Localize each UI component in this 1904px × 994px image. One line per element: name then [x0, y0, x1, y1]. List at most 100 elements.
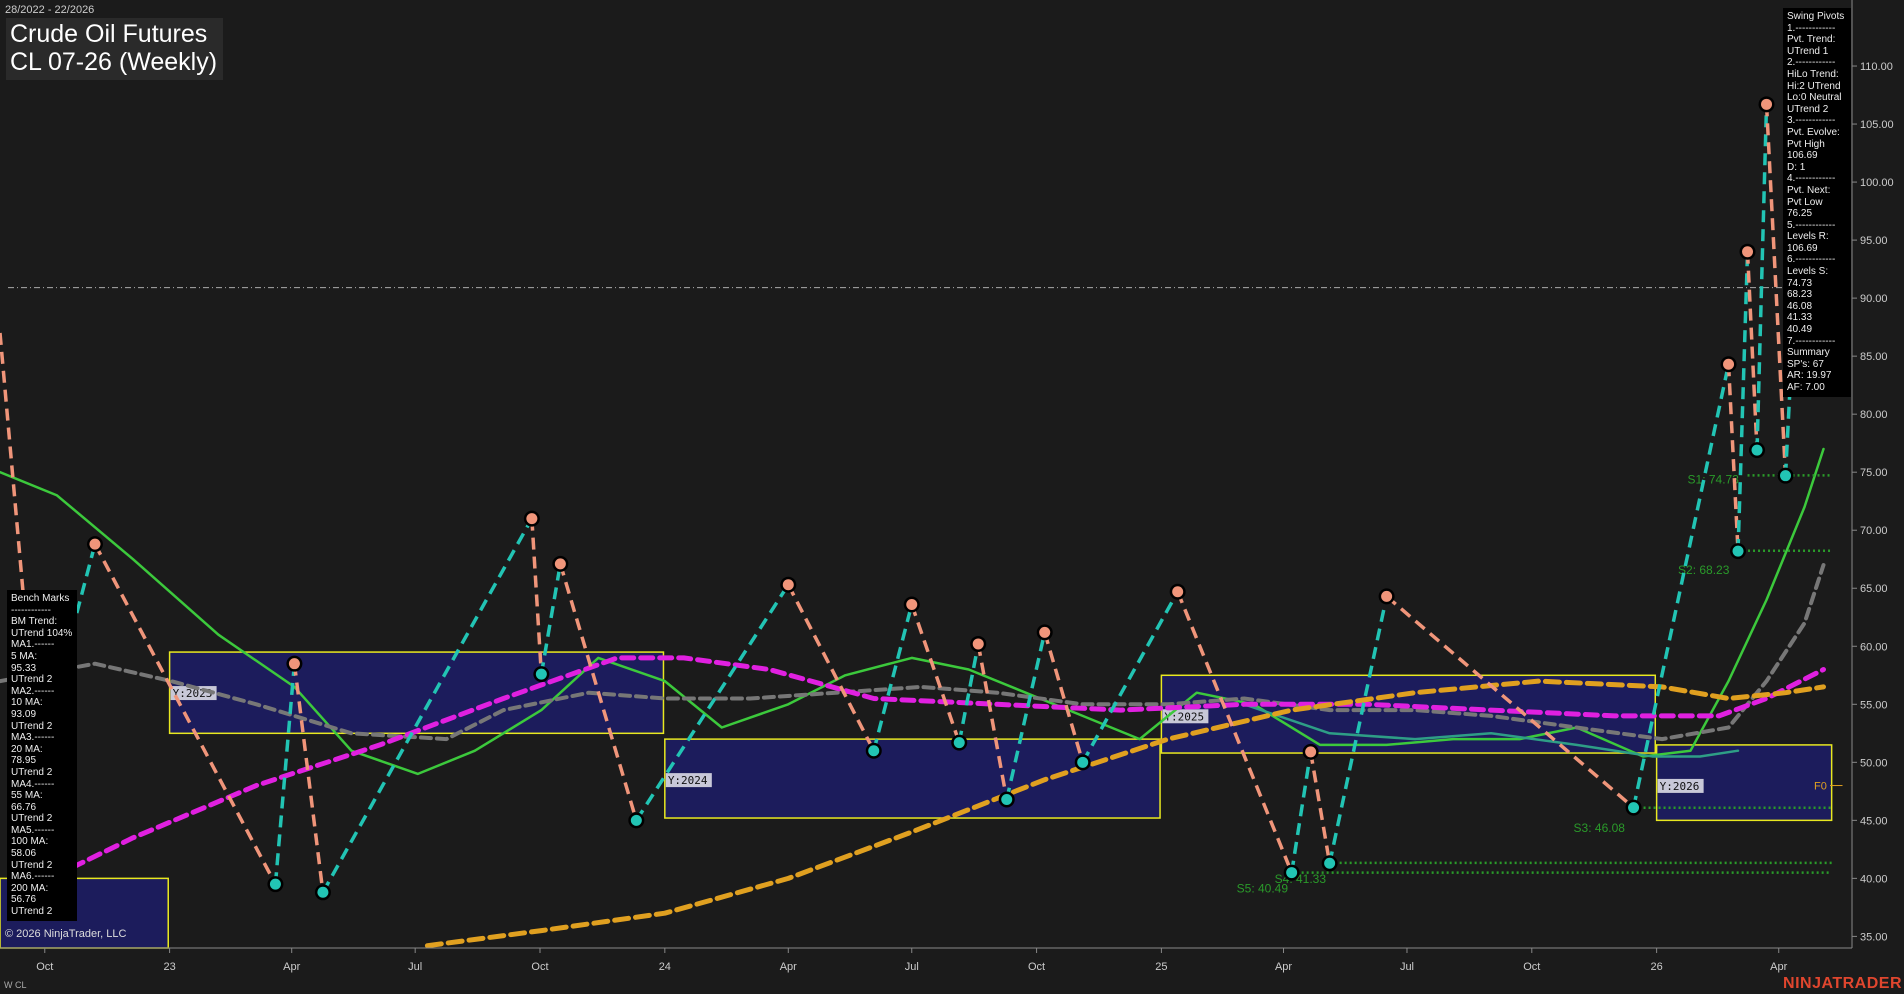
- swing-pivots-line: 4.------------: [1787, 173, 1836, 185]
- swing-pivot-high: [89, 538, 101, 550]
- bench-marks-line: 58.06: [11, 848, 37, 860]
- y-axis-tick-label: 65.00: [1860, 583, 1888, 595]
- swing-pivot-low: [1628, 802, 1640, 814]
- date-range: 28/2022 - 22/2026: [5, 4, 95, 16]
- swing-pivots-line: D: 1: [1787, 161, 1806, 173]
- year-box-label: Y:2025: [1164, 710, 1204, 723]
- bench-marks-line: MA2.------: [11, 685, 55, 697]
- swing-pivot-low: [317, 886, 329, 898]
- swing-pivot-high: [1723, 358, 1735, 370]
- support-level-label: S3: 46.08: [1574, 821, 1626, 835]
- price-chart[interactable]: Y:2023Y:2024Y:2025Y:2026S1: 74.73S2: 68.…: [0, 0, 1904, 994]
- swing-pivots-panel: Swing Pivots 1.------------ Pvt. Trend: UTr…: [1783, 8, 1851, 397]
- swing-pivot-low: [1077, 756, 1089, 768]
- swing-pivots-line: Pvt High: [1787, 138, 1825, 150]
- bench-marks-line: UTrend 2: [11, 813, 53, 825]
- fib-level-label: F0: [1814, 781, 1827, 793]
- swing-pivots-line: Swing Pivots: [1787, 11, 1845, 22]
- swing-pivot-high: [1172, 586, 1184, 598]
- y-axis-tick-label: 80.00: [1860, 409, 1888, 421]
- swing-pivot-high: [1305, 746, 1317, 758]
- swing-pivots-line: SP's: 67: [1787, 358, 1824, 370]
- year-box-label: Y:2024: [668, 774, 708, 787]
- bench-marks-line: 55 MA:: [11, 790, 43, 802]
- y-axis-tick-label: 100.00: [1860, 177, 1894, 189]
- swing-pivots-line: 3.------------: [1787, 115, 1836, 127]
- swing-pivots-line: 76.25: [1787, 208, 1813, 220]
- bench-marks-line: 95.33: [11, 662, 37, 674]
- bench-marks-line: UTrend 2: [11, 766, 53, 778]
- instrument-name: Crude Oil Futures: [10, 20, 208, 48]
- support-level-label: S5: 40.49: [1237, 882, 1289, 896]
- bench-marks-line: UTrend 2: [11, 906, 53, 918]
- bench-marks-line: UTrend 2: [11, 720, 53, 732]
- swing-pivot-high: [906, 598, 918, 610]
- swing-pivot-low: [1001, 793, 1013, 805]
- x-axis-tick-label: Oct: [1028, 961, 1045, 973]
- swing-pivot-high: [554, 558, 566, 570]
- swing-pivots-line: Pvt Low: [1787, 196, 1823, 208]
- bench-marks-line: ------------: [11, 604, 51, 616]
- swing-pivots-line: 5.------------: [1787, 219, 1836, 231]
- x-axis-tick-label: Jul: [905, 961, 919, 973]
- bench-marks-line: 5 MA:: [11, 650, 38, 662]
- x-axis-tick-label: Apr: [283, 961, 300, 973]
- y-axis-tick-label: 75.00: [1860, 467, 1888, 479]
- swing-pivots-line: 106.69: [1787, 242, 1818, 254]
- copyright: © 2026 NinjaTrader, LLC: [5, 928, 127, 940]
- swing-pivots-line: Levels R:: [1787, 231, 1829, 243]
- bench-marks-line: 10 MA:: [11, 697, 43, 709]
- bench-marks-line: 20 MA:: [11, 743, 43, 755]
- bench-marks-line: UTrend 104%: [11, 627, 73, 639]
- swing-pivots-line: 41.33: [1787, 312, 1813, 324]
- swing-pivot-low: [535, 668, 547, 680]
- y-axis-tick-label: 90.00: [1860, 293, 1888, 305]
- x-axis-tick-label: Oct: [1523, 961, 1540, 973]
- swing-pivot-high: [1381, 590, 1393, 602]
- swing-pivots-line: Lo:0 Neutral: [1787, 92, 1842, 104]
- y-axis-tick-label: 55.00: [1860, 699, 1888, 711]
- year-box: [1160, 674, 1657, 754]
- x-axis-tick-label: 25: [1155, 961, 1167, 973]
- swing-pivot-high: [1761, 98, 1773, 110]
- bench-marks-line: 66.76: [11, 801, 37, 813]
- bench-marks-line: 93.09: [11, 708, 37, 720]
- y-axis-tick-label: 70.00: [1860, 525, 1888, 537]
- swing-pivots-line: 106.69: [1787, 150, 1818, 162]
- swing-pivots-line: 40.49: [1787, 324, 1813, 336]
- swing-pivot-low: [269, 878, 281, 890]
- swing-pivot-low: [1780, 470, 1792, 482]
- ninjatrader-logo: NINJATRADER: [1783, 975, 1902, 992]
- swing-pivots-line: 46.08: [1787, 300, 1813, 312]
- bench-marks-line: UTrend 2: [11, 859, 53, 871]
- y-axis-tick-label: 105.00: [1860, 119, 1894, 131]
- swing-pivot-low: [868, 745, 880, 757]
- swing-pivot-low: [1751, 444, 1763, 456]
- swing-pivots-line: 7.------------: [1787, 335, 1836, 347]
- bench-marks-line: 78.95: [11, 755, 37, 767]
- swing-pivots-line: Pvt. Next:: [1787, 184, 1831, 196]
- bench-marks-line: MA1.------: [11, 639, 55, 651]
- year-box-label: Y:2026: [1660, 780, 1700, 793]
- swing-pivots-line: AF: 7.00: [1787, 382, 1825, 393]
- swing-pivot-low: [1286, 867, 1298, 879]
- swing-pivots-line: AR: 19.97: [1787, 370, 1832, 382]
- y-axis-tick-label: 35.00: [1860, 931, 1888, 943]
- swing-pivots-line: 6.------------: [1787, 254, 1836, 266]
- swing-pivot-high: [526, 513, 538, 525]
- x-axis-tick-label: 23: [163, 961, 175, 973]
- swing-pivot-high: [288, 658, 300, 670]
- swing-pivot-low: [1324, 857, 1336, 869]
- swing-pivot-high: [1742, 246, 1754, 258]
- bench-marks-line: 100 MA:: [11, 836, 49, 848]
- x-axis-tick-label: Jul: [408, 961, 422, 973]
- swing-pivot-high: [972, 638, 984, 650]
- swing-pivot-high: [782, 579, 794, 591]
- swing-pivots-line: UTrend 2: [1787, 103, 1829, 115]
- y-axis-tick-label: 95.00: [1860, 235, 1888, 247]
- y-axis-tick-label: 60.00: [1860, 641, 1888, 653]
- bench-marks-line: BM Trend:: [11, 616, 58, 628]
- bench-marks-line: MA3.------: [11, 732, 55, 744]
- swing-pivots-line: Hi:2 UTrend: [1787, 80, 1841, 92]
- bench-marks-line: MA6.------: [11, 871, 55, 883]
